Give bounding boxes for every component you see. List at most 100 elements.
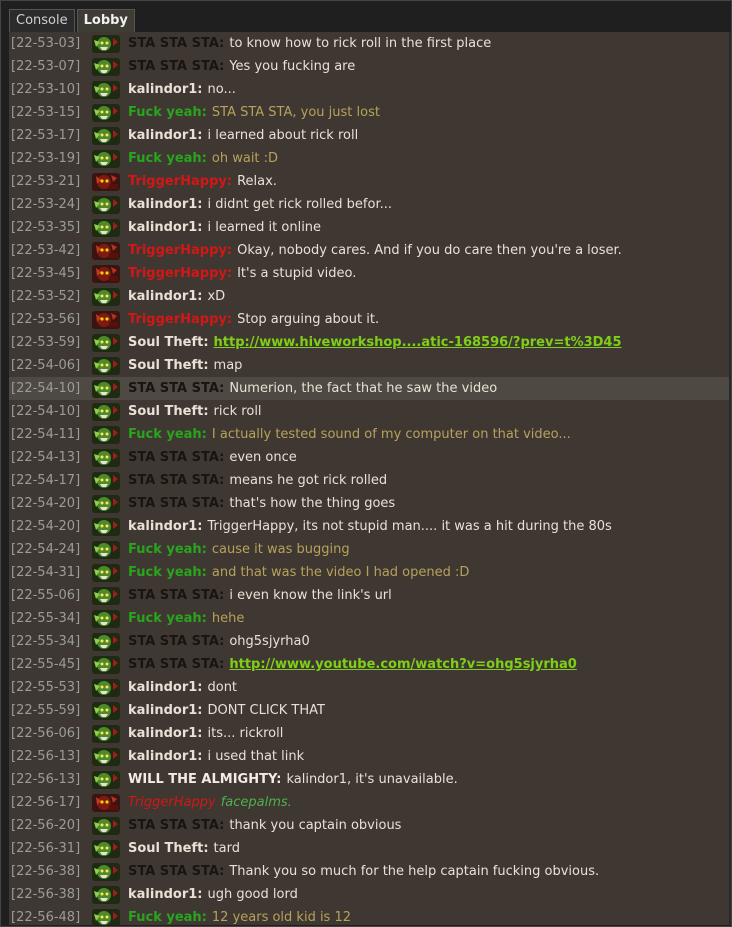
green-orc-icon — [91, 563, 121, 583]
green-orc-icon — [91, 747, 121, 767]
chat-message: [22-53-03] STA STA STA: to know how to ric… — [9, 32, 731, 55]
message-username[interactable]: Soul Theft: — [128, 403, 209, 420]
tab-bar: Console Lobby — [9, 9, 135, 33]
message-text: map — [213, 358, 243, 373]
message-username[interactable]: Fuck yeah: — [128, 150, 207, 167]
chat-message: [22-54-20] STA STA STA: that's how the thi… — [9, 492, 731, 515]
tab-console[interactable]: Console — [9, 9, 75, 32]
message-username[interactable]: WILL THE ALMIGHTY: — [128, 771, 281, 788]
message-username[interactable]: kalindor1: — [128, 518, 202, 535]
green-orc-icon — [91, 149, 121, 169]
chat-message: [22-53-07] STA STA STA: Yes you fucking ar… — [9, 55, 731, 78]
message-text: xD — [207, 289, 226, 304]
message-username[interactable]: Fuck yeah: — [128, 541, 207, 558]
message-username[interactable]: kalindor1: — [128, 196, 202, 213]
chat-message: [22-53-15] Fuck yeah: STA STA STA, you jus… — [9, 101, 731, 124]
green-orc-icon — [91, 218, 121, 238]
red-demon-icon — [91, 264, 121, 284]
message-username[interactable]: Soul Theft: — [128, 840, 209, 857]
chat-message: [22-56-38] kalindor1: ugh good lord — [9, 883, 731, 906]
message-timestamp: [22-54-10] — [11, 381, 81, 396]
message-username[interactable]: TriggerHappy: — [128, 311, 232, 328]
message-timestamp: [22-53-07] — [11, 59, 81, 74]
chat-log[interactable]: [22-53-03] STA STA STA: to know how to ric… — [9, 32, 731, 925]
message-username[interactable]: STA STA STA: — [128, 817, 224, 834]
message-username[interactable]: STA STA STA: — [128, 58, 224, 75]
green-orc-icon — [91, 609, 121, 629]
message-timestamp: [22-53-35] — [11, 220, 81, 235]
message-username[interactable]: STA STA STA: — [128, 472, 224, 489]
message-text: rick roll — [213, 404, 262, 419]
message-username[interactable]: STA STA STA: — [128, 35, 224, 52]
message-username[interactable]: STA STA STA: — [128, 863, 224, 880]
message-username[interactable]: kalindor1: — [128, 127, 202, 144]
message-username[interactable]: Fuck yeah: — [128, 610, 207, 627]
message-username[interactable]: STA STA STA: — [128, 656, 224, 673]
message-text: oh wait :D — [211, 151, 279, 166]
message-username[interactable]: Fuck yeah: — [128, 909, 207, 925]
message-text: dont — [207, 680, 238, 695]
message-timestamp: [22-53-24] — [11, 197, 81, 212]
message-username[interactable]: STA STA STA: — [128, 495, 224, 512]
message-username[interactable]: kalindor1: — [128, 725, 202, 742]
chat-window: Console Lobby [22-53-03] STA STA STA: to k… — [0, 0, 732, 927]
red-demon-icon — [91, 310, 121, 330]
message-username[interactable]: kalindor1: — [128, 886, 202, 903]
message-link[interactable]: http://www.hiveworkshop....atic-168596/?… — [214, 334, 622, 351]
chat-message: [22-56-38] STA STA STA: Thank you so much … — [9, 860, 731, 883]
message-text: i learned about rick roll — [207, 128, 359, 143]
message-text: Thank you so much for the help captain f… — [229, 864, 600, 879]
message-username[interactable]: TriggerHappy — [128, 794, 216, 811]
chat-message: [22-56-48] Fuck yeah: 12 years old kid is … — [9, 906, 731, 925]
message-username[interactable]: Fuck yeah: — [128, 564, 207, 581]
message-text: Okay, nobody cares. And if you do care t… — [237, 243, 622, 258]
message-username[interactable]: kalindor1: — [128, 702, 202, 719]
message-text: kalindor1, it's unavailable. — [286, 772, 458, 787]
message-username[interactable]: TriggerHappy: — [128, 173, 232, 190]
message-username[interactable]: STA STA STA: — [128, 380, 224, 397]
message-link[interactable]: http://www.youtube.com/watch?v=ohg5sjyrh… — [229, 656, 577, 673]
message-timestamp: [22-55-59] — [11, 703, 81, 718]
tab-lobby[interactable]: Lobby — [76, 9, 135, 32]
message-text: DONT CLICK THAT — [207, 703, 325, 718]
green-orc-icon — [91, 379, 121, 399]
message-timestamp: [22-53-03] — [11, 36, 81, 51]
message-username[interactable]: Soul Theft: — [128, 357, 209, 374]
message-text: 12 years old kid is 12 — [211, 910, 352, 925]
message-text: cause it was bugging — [211, 542, 350, 557]
message-username[interactable]: kalindor1: — [128, 81, 202, 98]
message-username[interactable]: kalindor1: — [128, 219, 202, 236]
message-username[interactable]: kalindor1: — [128, 288, 202, 305]
green-orc-icon — [91, 885, 121, 905]
message-username[interactable]: Fuck yeah: — [128, 426, 207, 443]
message-text: I actually tested sound of my computer o… — [211, 427, 571, 442]
message-username[interactable]: kalindor1: — [128, 679, 202, 696]
chat-message: [22-54-24] Fuck yeah: cause it was bugging — [9, 538, 731, 561]
message-timestamp: [22-54-20] — [11, 519, 81, 534]
message-text: i even know the link's url — [229, 588, 392, 603]
scrollbar[interactable] — [729, 32, 731, 925]
message-timestamp: [22-54-13] — [11, 450, 81, 465]
chat-message: [22-54-11] Fuck yeah: I actually tested so… — [9, 423, 731, 446]
message-username[interactable]: STA STA STA: — [128, 633, 224, 650]
message-timestamp: [22-55-06] — [11, 588, 81, 603]
message-username[interactable]: TriggerHappy: — [128, 265, 232, 282]
chat-message: [22-55-34] Fuck yeah: hehe — [9, 607, 731, 630]
chat-message: [22-53-59] Soul Theft: http://www.hivework… — [9, 331, 731, 354]
message-username[interactable]: Soul Theft: — [128, 334, 209, 351]
green-orc-icon — [91, 57, 121, 77]
message-username[interactable]: STA STA STA: — [128, 449, 224, 466]
message-text: STA STA STA, you just lost — [211, 105, 380, 120]
message-username[interactable]: STA STA STA: — [128, 587, 224, 604]
message-text: ugh good lord — [207, 887, 298, 902]
message-timestamp: [22-56-38] — [11, 864, 81, 879]
message-username[interactable]: kalindor1: — [128, 748, 202, 765]
message-username[interactable]: TriggerHappy: — [128, 242, 232, 259]
message-username[interactable]: Fuck yeah: — [128, 104, 207, 121]
green-orc-icon — [91, 862, 121, 882]
green-orc-icon — [91, 103, 121, 123]
chat-message: [22-55-34] STA STA STA: ohg5sjyrha0 — [9, 630, 731, 653]
chat-message: [22-54-20] kalindor1: TriggerHappy, its no… — [9, 515, 731, 538]
message-text: Yes you fucking are — [229, 59, 356, 74]
message-timestamp: [22-55-34] — [11, 634, 81, 649]
